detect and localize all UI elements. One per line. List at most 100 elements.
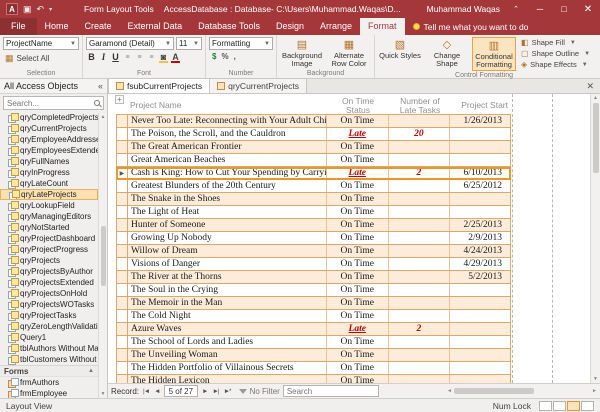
- scroll-down-icon[interactable]: ▼: [101, 391, 106, 397]
- table-row[interactable]: The Light of HeatOn Time: [116, 206, 511, 219]
- last-record-button[interactable]: ►|: [211, 388, 219, 395]
- cell-project-start[interactable]: 5/2/2013: [450, 271, 510, 283]
- sidebar-item-qryemployeesextended[interactable]: qryEmployeesExtended: [0, 145, 98, 156]
- sidebar-group-forms[interactable]: Forms▲: [0, 365, 98, 377]
- cell-late-tasks[interactable]: [389, 245, 451, 257]
- row-selector[interactable]: ▶: [117, 167, 128, 179]
- table-row[interactable]: The River at the ThornsOn Time5/2/2013: [116, 271, 511, 284]
- sidebar-item-qryfullnames[interactable]: qryFullNames: [0, 156, 98, 167]
- shutter-close-icon[interactable]: «: [98, 81, 103, 91]
- background-image-button[interactable]: ▤ Background Image: [280, 37, 324, 69]
- sidebar-item-qryzerolengthvalidation[interactable]: qryZeroLengthValidation: [0, 321, 98, 332]
- table-row[interactable]: Growing Up NobodyOn Time2/9/2013: [116, 232, 511, 245]
- cell-project-start[interactable]: [450, 297, 510, 309]
- ribbon-display-options-icon[interactable]: ⌃: [508, 5, 524, 13]
- user-name[interactable]: Muhammad Waqas: [427, 4, 500, 14]
- cell-on-time-status[interactable]: Late: [327, 128, 389, 140]
- qat-customize-icon[interactable]: ▾: [49, 6, 52, 13]
- sidebar-item-qrycompletedprojects[interactable]: qryCompletedProjects: [0, 112, 98, 123]
- cell-project-name[interactable]: Greatest Blunders of the 20th Century: [128, 180, 327, 192]
- cell-project-name[interactable]: The Great American Frontier: [128, 141, 327, 153]
- sidebar-scrollbar[interactable]: ▲ ▼: [98, 113, 107, 398]
- restore-button[interactable]: □: [556, 4, 572, 14]
- record-position[interactable]: 5 of 27: [164, 385, 198, 397]
- cell-project-name[interactable]: The Cold Night: [128, 310, 327, 322]
- cell-project-start[interactable]: [450, 154, 510, 166]
- row-selector[interactable]: [117, 128, 128, 140]
- row-selector[interactable]: [117, 310, 128, 322]
- cell-project-start[interactable]: [450, 193, 510, 205]
- row-selector[interactable]: [117, 362, 128, 374]
- cell-project-start[interactable]: [450, 284, 510, 296]
- row-selector[interactable]: [117, 245, 128, 257]
- cell-late-tasks[interactable]: 2: [389, 167, 451, 179]
- scroll-up-icon[interactable]: ▲: [593, 95, 598, 101]
- scroll-right-icon[interactable]: ►: [592, 388, 597, 394]
- table-row[interactable]: The Snake in the ShoesOn Time: [116, 193, 511, 206]
- change-shape-button[interactable]: ◇ Change Shape: [425, 37, 469, 71]
- row-selector[interactable]: [117, 154, 128, 166]
- sidebar-item-qryprojectsbyauthor[interactable]: qryProjectsByAuthor: [0, 266, 98, 277]
- row-selector[interactable]: [117, 258, 128, 270]
- sidebar-item-qrycurrentprojects[interactable]: qryCurrentProjects: [0, 123, 98, 134]
- align-left-icon[interactable]: ≡: [122, 54, 133, 61]
- cell-on-time-status[interactable]: On Time: [327, 271, 389, 283]
- cell-project-start[interactable]: 6/25/2012: [450, 180, 510, 192]
- row-selector[interactable]: [117, 141, 128, 153]
- save-icon[interactable]: ▣: [23, 4, 32, 15]
- sidebar-item-qryprojectsonhold[interactable]: qryProjectsOnHold: [0, 288, 98, 299]
- navigation-search[interactable]: [3, 96, 104, 110]
- layout-view-icon[interactable]: [567, 401, 580, 411]
- alternate-row-color-button[interactable]: ▦ Alternate Row Color: [327, 37, 371, 69]
- select-all-button[interactable]: ▦ Select All: [3, 52, 79, 65]
- cell-on-time-status[interactable]: On Time: [327, 245, 389, 257]
- cell-late-tasks[interactable]: [389, 297, 451, 309]
- row-selector[interactable]: [117, 271, 128, 283]
- table-row[interactable]: Willow of DreamOn Time4/24/2013: [116, 245, 511, 258]
- cell-project-name[interactable]: Willow of Dream: [128, 245, 327, 257]
- cell-on-time-status[interactable]: On Time: [327, 310, 389, 322]
- shape-fill-button[interactable]: ◧ Shape Fill ▼: [521, 38, 590, 47]
- tab-qrycurrentprojects[interactable]: qryCurrentProjects: [209, 78, 307, 93]
- tab-design[interactable]: Design: [268, 18, 312, 35]
- sidebar-item-frmemployee[interactable]: frmEmployee: [0, 388, 98, 398]
- minimize-button[interactable]: ─: [532, 4, 548, 14]
- cell-late-tasks[interactable]: [389, 115, 451, 127]
- tab-database-tools[interactable]: Database Tools: [190, 18, 268, 35]
- close-button[interactable]: ✕: [580, 4, 596, 15]
- table-row[interactable]: The Cold NightOn Time: [116, 310, 511, 323]
- cell-project-name[interactable]: The Soul in the Crying: [128, 284, 327, 296]
- cell-project-start[interactable]: [450, 362, 510, 374]
- sidebar-item-qryprojectdashboard[interactable]: qryProjectDashboard: [0, 233, 98, 244]
- record-search[interactable]: [283, 385, 379, 397]
- align-right-icon[interactable]: ≡: [146, 54, 157, 61]
- cell-late-tasks[interactable]: [389, 180, 451, 192]
- sidebar-item-qryinprogress[interactable]: qryInProgress: [0, 167, 98, 178]
- cell-on-time-status[interactable]: On Time: [327, 193, 389, 205]
- sidebar-item-qryprojectprogress[interactable]: qryProjectProgress: [0, 244, 98, 255]
- cell-project-start[interactable]: [450, 323, 510, 335]
- cell-project-name[interactable]: The Hidden Portfolio of Villainous Secre…: [128, 362, 327, 374]
- bold-button[interactable]: B: [86, 52, 97, 62]
- cell-project-start[interactable]: 2/25/2013: [450, 219, 510, 231]
- tab-format[interactable]: Format: [360, 18, 405, 35]
- table-row[interactable]: The Hidden LexiconOn Time: [116, 375, 511, 383]
- first-record-button[interactable]: |◄: [142, 388, 150, 395]
- cell-late-tasks[interactable]: [389, 141, 451, 153]
- datasheet-view-icon[interactable]: [553, 401, 566, 411]
- table-row[interactable]: Hunter of SomeoneOn Time2/25/2013: [116, 219, 511, 232]
- cell-project-start[interactable]: 6/10/2013: [450, 167, 510, 179]
- number-format-combo[interactable]: Formatting▼: [209, 37, 273, 50]
- table-row[interactable]: Great American BeachesOn Time: [116, 154, 511, 167]
- column-header-project-start[interactable]: Project Start: [451, 97, 511, 114]
- cell-on-time-status[interactable]: On Time: [327, 336, 389, 348]
- sidebar-item-tblcustomers-without-match-[interactable]: tblCustomers Without Match...: [0, 354, 98, 365]
- row-selector[interactable]: [117, 232, 128, 244]
- close-document-icon[interactable]: ✕: [580, 81, 600, 92]
- cell-project-start[interactable]: [450, 349, 510, 361]
- cell-late-tasks[interactable]: [389, 193, 451, 205]
- cell-on-time-status[interactable]: On Time: [327, 141, 389, 153]
- column-header-project-name[interactable]: Project Name: [127, 97, 327, 114]
- cell-late-tasks[interactable]: 20: [389, 128, 451, 140]
- row-selector[interactable]: [117, 193, 128, 205]
